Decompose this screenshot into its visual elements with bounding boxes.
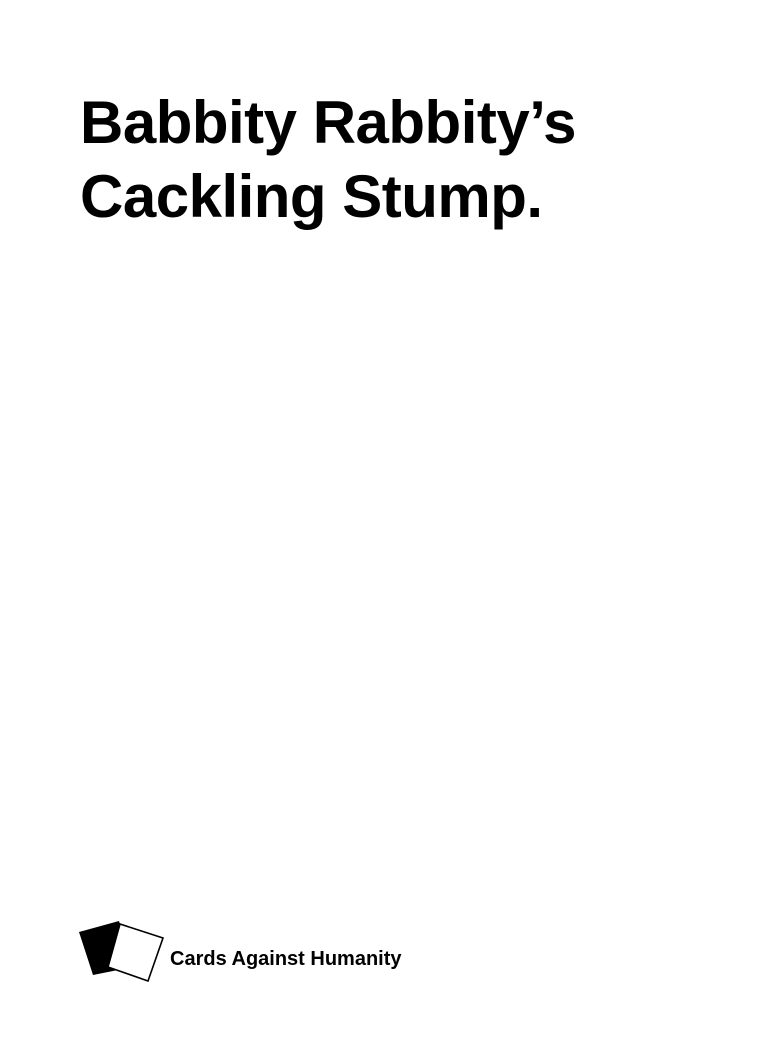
card-footer: Cards Against Humanity xyxy=(78,918,498,982)
cards-logo-icon xyxy=(79,921,165,982)
brand-name: Cards Against Humanity xyxy=(170,948,402,970)
card-text: Babbity Rabbity’s Cackling Stump. xyxy=(80,86,700,234)
card-text-line: Cackling Stump. xyxy=(80,163,543,230)
card-text-line: Babbity Rabbity’s xyxy=(80,89,577,156)
card: Babbity Rabbity’s Cackling Stump. Cards … xyxy=(0,0,759,1059)
